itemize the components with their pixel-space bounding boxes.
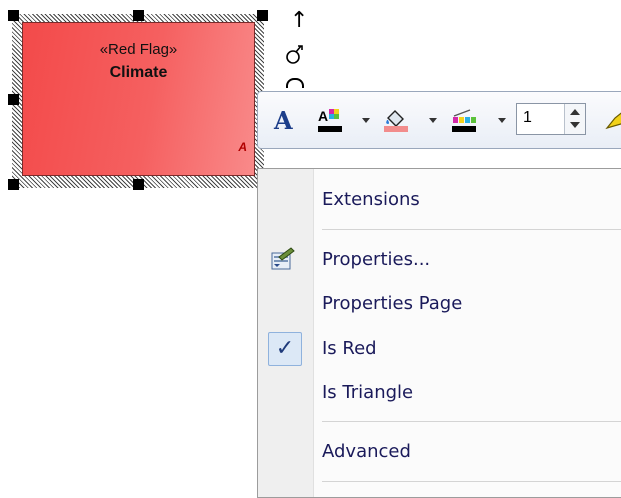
arrow-up-icon[interactable]: ↑	[290, 10, 308, 32]
format-toolbar: A A 1	[257, 91, 621, 149]
resize-handle-ne[interactable]	[257, 10, 268, 21]
menu-item-extensions[interactable]: Extensions	[322, 189, 420, 210]
menu-item-is-triangle[interactable]: Is Triangle	[322, 382, 413, 403]
menu-item-properties[interactable]: Properties...	[322, 249, 430, 270]
element-stereotype: «Red Flag»	[99, 41, 178, 58]
element-name: Climate	[109, 64, 168, 81]
properties-icon	[271, 247, 295, 270]
resize-handle-w[interactable]	[8, 94, 19, 105]
line-width-value[interactable]: 1	[523, 109, 532, 127]
highlight-icon[interactable]	[603, 104, 621, 134]
svg-text:A: A	[318, 108, 328, 124]
spin-down-icon[interactable]	[570, 122, 580, 128]
menu-item-properties-page[interactable]: Properties Page	[322, 293, 462, 314]
menu-separator	[322, 421, 621, 422]
line-width-spinner[interactable]: 1	[516, 103, 586, 135]
fill-color-dropdown[interactable]	[429, 118, 437, 123]
font-color-dropdown[interactable]	[362, 118, 370, 123]
menu-separator	[322, 481, 621, 482]
fill-color-icon[interactable]	[382, 106, 412, 136]
connector-icon[interactable]	[286, 78, 304, 88]
spin-up-icon[interactable]	[570, 109, 580, 115]
menu-item-is-red[interactable]: Is Red	[322, 338, 377, 359]
font-color-icon[interactable]: A	[316, 106, 346, 136]
resize-handle-n[interactable]	[133, 10, 144, 21]
line-color-dropdown[interactable]	[498, 118, 506, 123]
context-menu: Extensions Properties... Properties Page…	[257, 168, 621, 498]
spinner-buttons	[564, 104, 585, 134]
resize-handle-s[interactable]	[133, 179, 144, 190]
checkmark-icon: ✓	[268, 332, 302, 366]
resize-handle-nw[interactable]	[8, 10, 19, 21]
font-icon[interactable]: A	[274, 106, 293, 135]
link-hook-icon[interactable]	[284, 44, 304, 66]
menu-item-advanced[interactable]: Advanced	[322, 441, 411, 462]
line-color-icon[interactable]	[450, 106, 480, 136]
element-marker: A	[238, 140, 247, 154]
red-flag-element[interactable]: «Red Flag» Climate A	[22, 22, 255, 176]
resize-handle-sw[interactable]	[8, 179, 19, 190]
menu-separator	[322, 229, 621, 230]
